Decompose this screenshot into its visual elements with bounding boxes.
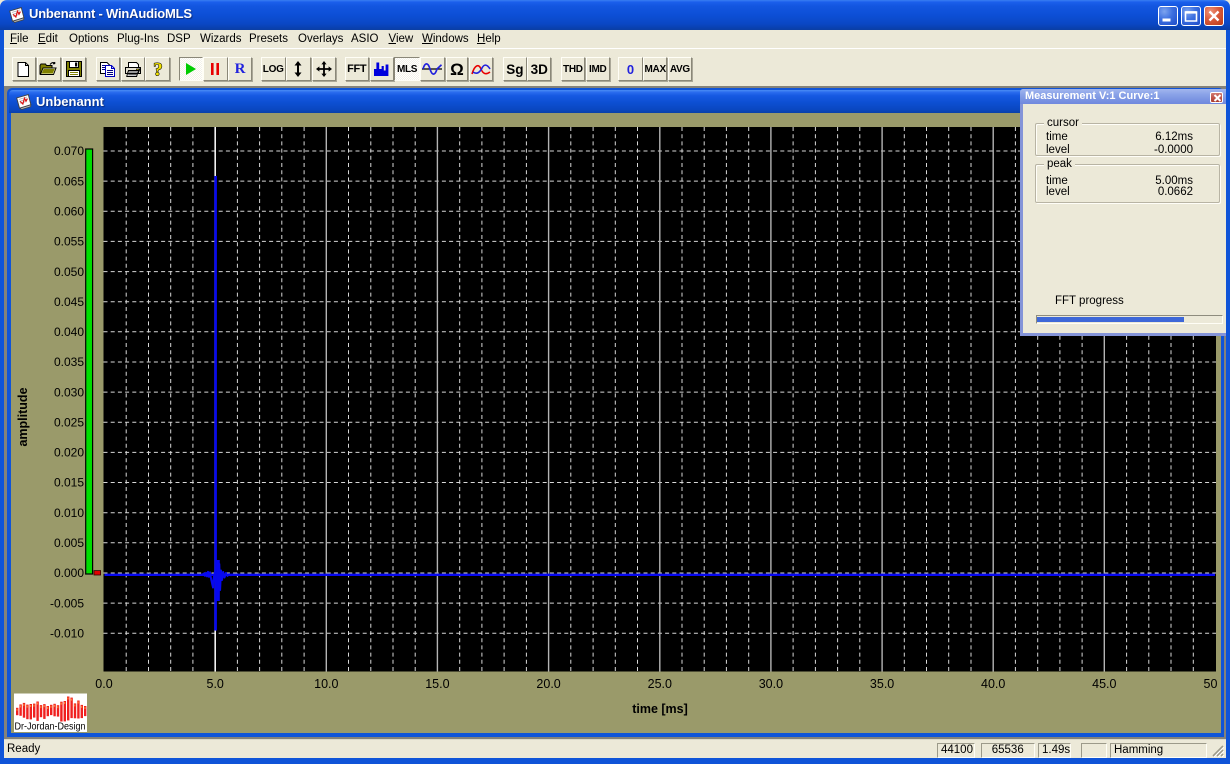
- svg-text:0.025: 0.025: [54, 416, 84, 430]
- svg-text:15.0: 15.0: [425, 677, 449, 691]
- svg-text:0.050: 0.050: [54, 265, 84, 279]
- svg-text:Dr-Jordan-Design: Dr-Jordan-Design: [15, 722, 86, 733]
- svg-text:0.055: 0.055: [54, 235, 84, 249]
- svg-text:0.035: 0.035: [54, 355, 84, 369]
- svg-text:0.015: 0.015: [54, 476, 84, 490]
- svg-text:time [ms]: time [ms]: [632, 702, 688, 716]
- svg-text:0.040: 0.040: [54, 325, 84, 339]
- svg-text:0.030: 0.030: [54, 385, 84, 399]
- svg-text:Ω: Ω: [450, 61, 464, 77]
- svg-text:0.045: 0.045: [54, 295, 84, 309]
- svg-text:-0.010: -0.010: [50, 626, 84, 640]
- svg-text:amplitude: amplitude: [16, 387, 30, 446]
- svg-text:30.0: 30.0: [759, 677, 783, 691]
- svg-text:35.0: 35.0: [870, 677, 894, 691]
- svg-text:40.0: 40.0: [981, 677, 1005, 691]
- svg-text:-0.005: -0.005: [50, 596, 84, 610]
- svg-text:0.070: 0.070: [54, 144, 84, 158]
- svg-text:20.0: 20.0: [536, 677, 560, 691]
- svg-text:0.065: 0.065: [54, 174, 84, 188]
- svg-text:?: ?: [153, 60, 163, 79]
- svg-text:0.000: 0.000: [54, 566, 84, 580]
- svg-text:25.0: 25.0: [648, 677, 672, 691]
- svg-text:45.0: 45.0: [1092, 677, 1116, 691]
- svg-text:0.010: 0.010: [54, 506, 84, 520]
- svg-text:10.0: 10.0: [314, 677, 338, 691]
- svg-text:0.060: 0.060: [54, 205, 84, 219]
- svg-text:0.020: 0.020: [54, 446, 84, 460]
- svg-text:0.005: 0.005: [54, 536, 84, 550]
- svg-text:5.0: 5.0: [207, 677, 224, 691]
- svg-text:0.0: 0.0: [95, 677, 112, 691]
- svg-text:50: 50: [1204, 677, 1218, 691]
